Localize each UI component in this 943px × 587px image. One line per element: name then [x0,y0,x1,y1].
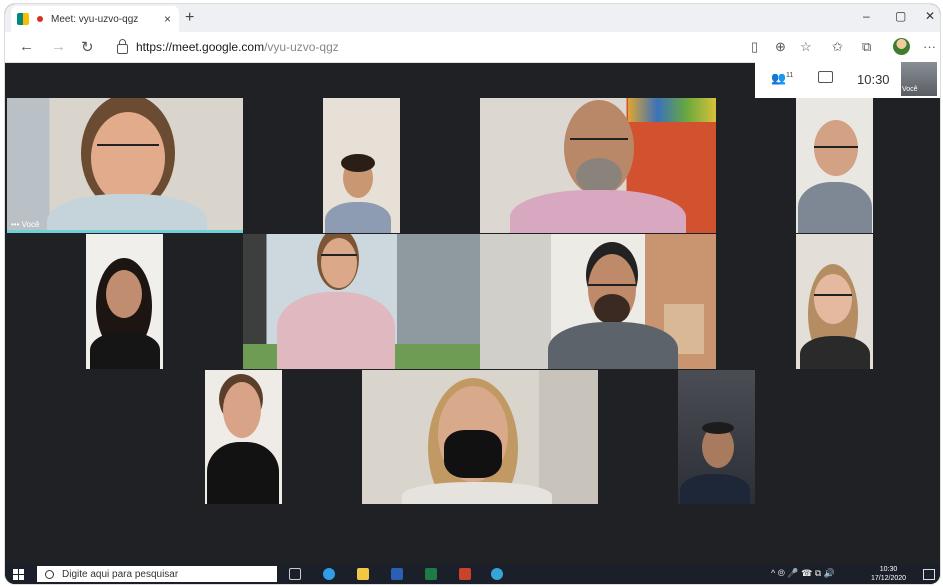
windows-taskbar: Digite aqui para pesquisar ^ ⦾ 🎤 ☎ ⧉ 🔊 1… [5,564,940,584]
address-bar: ← → ↻ https://meet.google.com/vyu-uzvo-q… [5,32,940,63]
self-view-label: Você [902,86,918,93]
back-icon[interactable]: ← [19,38,34,55]
meet-favicon-icon [17,13,29,25]
video-tile-1[interactable]: ••• Você [7,98,243,233]
tab-strip: Meet: vyu-uzvo-qgz × + – ▢ ✕ [5,4,940,32]
system-tray-icons[interactable]: ^ ⦾ 🎤 ☎ ⧉ 🔊 [771,568,835,579]
url-host: https://meet.google.com [136,40,265,54]
tab-close-button[interactable]: × [164,12,171,26]
participants-button[interactable]: 👥11 [771,71,793,85]
video-tile-4[interactable] [796,98,873,233]
powerpoint-icon[interactable] [459,568,471,580]
profile-icon[interactable] [893,38,910,55]
search-placeholder: Digite aqui para pesquisar [62,568,179,580]
minimize-button[interactable]: – [863,9,870,23]
maximize-button[interactable]: ▢ [895,9,906,23]
video-tile-7[interactable] [480,234,716,369]
notification-icon[interactable] [923,569,935,580]
edge-icon[interactable] [323,568,335,580]
video-tile-2[interactable] [323,98,400,233]
recording-dot-icon [37,16,43,22]
collections-icon[interactable]: ⧉ [862,39,871,55]
task-view-icon[interactable] [289,568,301,580]
chat-icon[interactable] [818,71,833,83]
video-tile-8[interactable] [796,234,873,369]
tab-title: Meet: vyu-uzvo-qgz [51,13,139,25]
excel-icon[interactable] [425,568,437,580]
participant-count: 11 [785,72,794,79]
taskbar-time: 10:30 [879,566,898,573]
word-icon[interactable] [391,568,403,580]
lock-icon [117,39,128,54]
active-speaker-indicator [7,230,243,233]
video-tile-10[interactable] [362,370,598,504]
search-icon [45,569,54,579]
new-tab-button[interactable]: + [185,9,194,27]
url-path: /vyu-uzvo-qgz [264,40,339,54]
more-icon[interactable]: ··· [923,39,936,54]
close-window-button[interactable]: ✕ [925,9,935,23]
refresh-icon[interactable]: ↻ [81,38,94,56]
video-tile-6[interactable] [243,234,480,369]
video-tile-11[interactable] [678,370,755,504]
forward-icon[interactable]: → [51,38,66,55]
url-field[interactable]: https://meet.google.com/vyu-uzvo-qgz [117,37,757,57]
tab-meet[interactable]: Meet: vyu-uzvo-qgz × [11,6,179,32]
file-explorer-icon[interactable] [357,568,369,580]
zoom-icon[interactable]: ⊕ [775,39,786,55]
meet-info-bar: 👥11 10:30 Você [755,62,940,98]
edge-active-icon[interactable] [491,568,503,580]
favorites-bar-icon[interactable]: ✩ [832,39,843,55]
browser-window: Meet: vyu-uzvo-qgz × + – ▢ ✕ ← → ↻ https… [5,4,940,584]
video-tile-3[interactable] [480,98,716,233]
extensions-icon[interactable]: ▯ [751,39,758,55]
taskbar-clock[interactable]: 10:30 17/12/2020 [871,565,906,583]
video-tile-9[interactable] [205,370,282,504]
taskbar-date: 17/12/2020 [871,575,907,582]
meeting-clock: 10:30 [857,72,890,87]
video-tile-name: ••• Você [11,220,40,229]
taskbar-search-field[interactable]: Digite aqui para pesquisar [37,566,277,582]
favorite-icon[interactable]: ☆ [800,39,812,55]
windows-start-icon[interactable] [13,569,24,580]
video-tile-5[interactable] [86,234,163,369]
